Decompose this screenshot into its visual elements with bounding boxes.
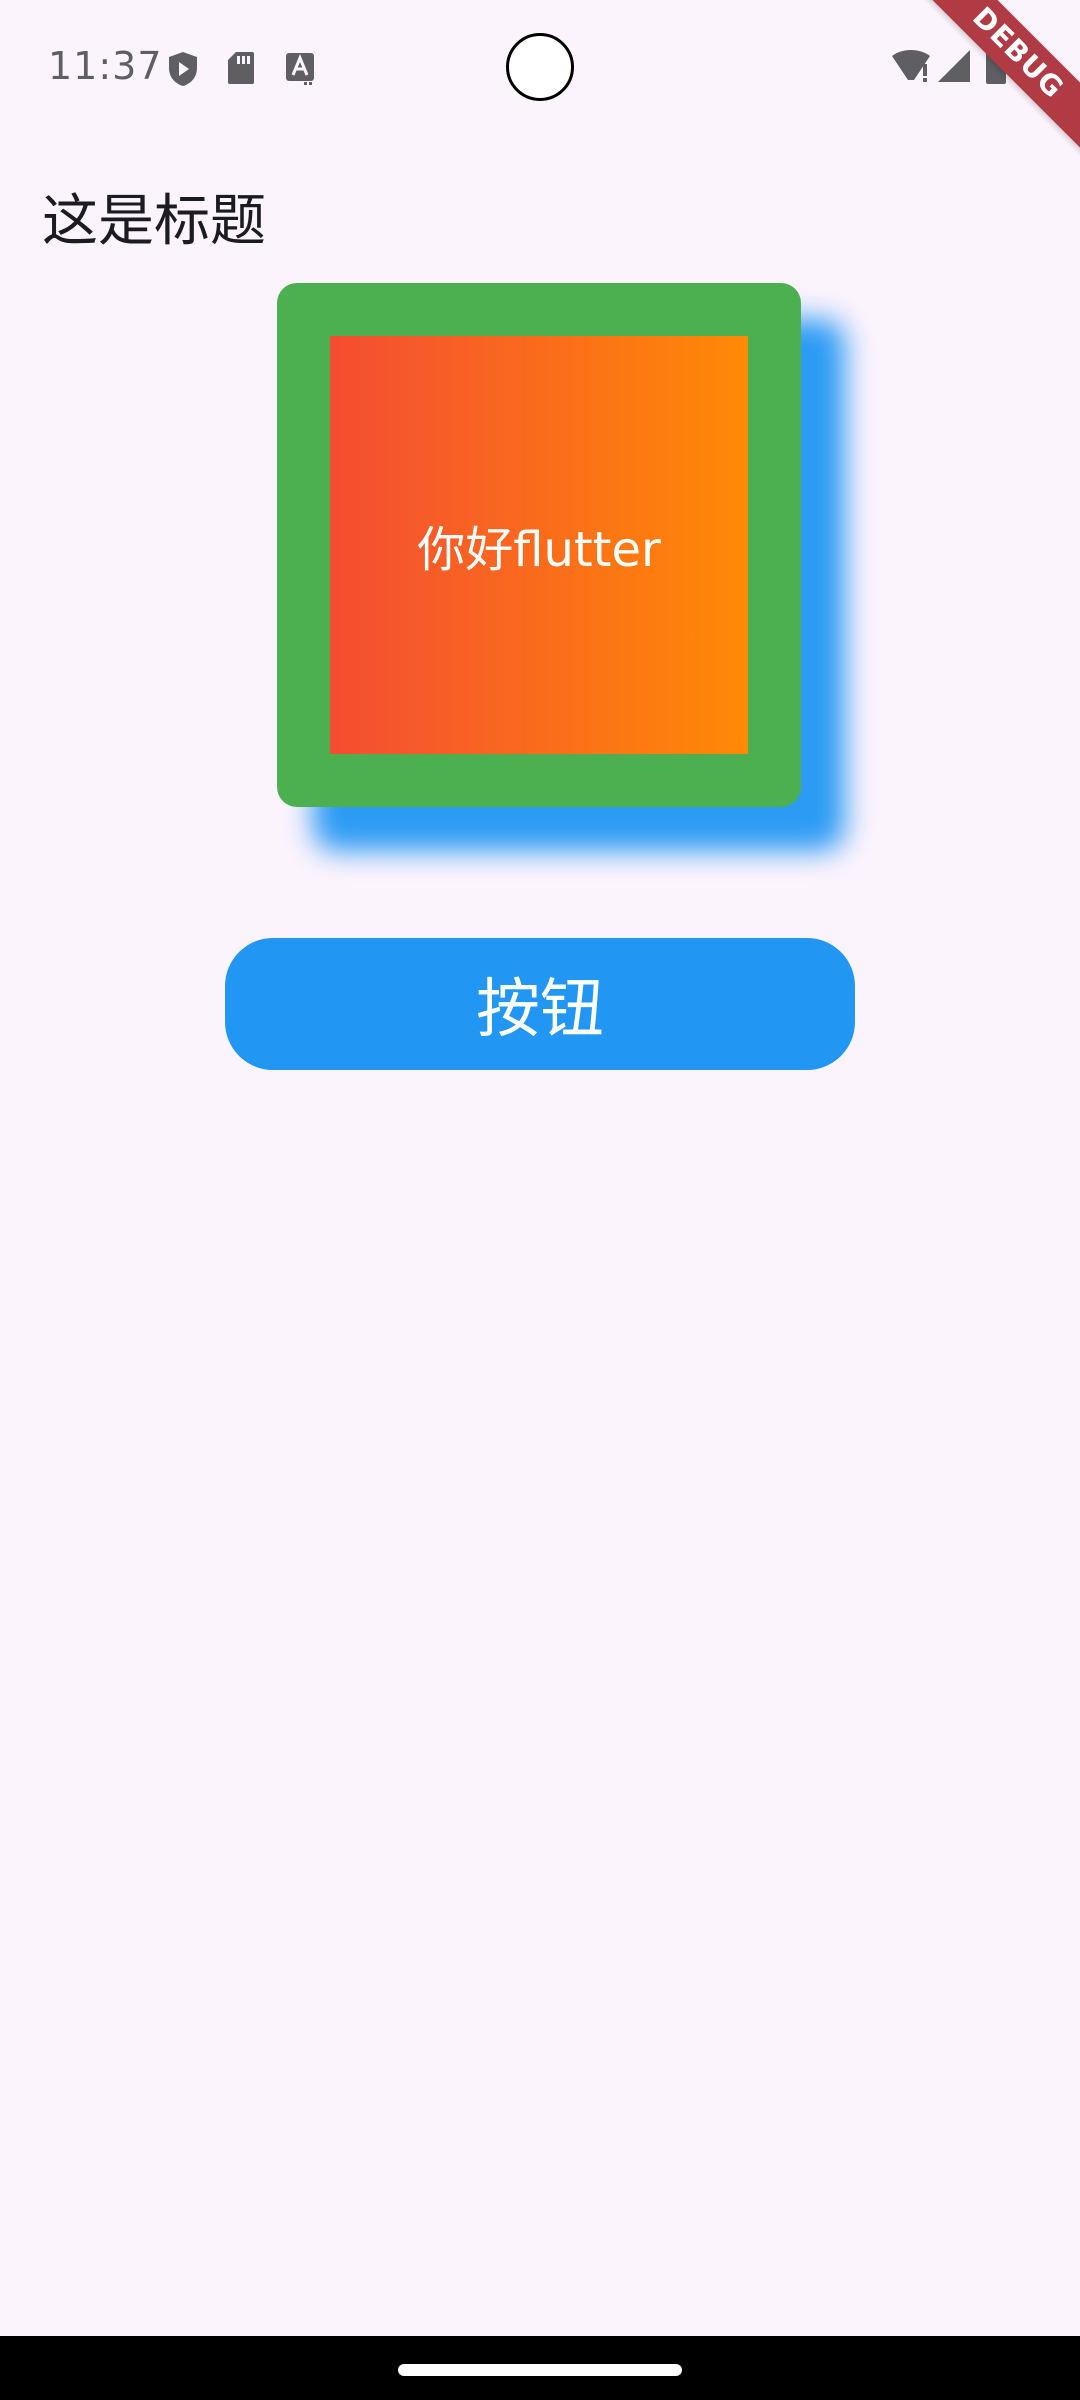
gradient-box: 你好flutter: [330, 336, 748, 754]
navigation-bar: [0, 2336, 1080, 2400]
wifi-alert-icon: [890, 48, 934, 88]
font-a-icon: [284, 50, 316, 90]
signal-icon: [936, 48, 972, 88]
app-screen: 11:37 DEBUG 这是标题 你好flutter 按钮: [0, 0, 1080, 2400]
shield-play-icon: [166, 50, 200, 92]
status-time: 11:37: [48, 44, 163, 88]
card-text: 你好flutter: [417, 522, 661, 578]
page-title: 这是标题: [42, 189, 266, 254]
card-container: 你好flutter: [277, 283, 801, 807]
status-bar: 11:37: [0, 0, 1080, 140]
sd-card-icon: [226, 50, 256, 90]
home-indicator[interactable]: [398, 2364, 682, 2376]
main-button[interactable]: 按钮: [225, 938, 855, 1070]
camera-cutout: [506, 33, 574, 101]
